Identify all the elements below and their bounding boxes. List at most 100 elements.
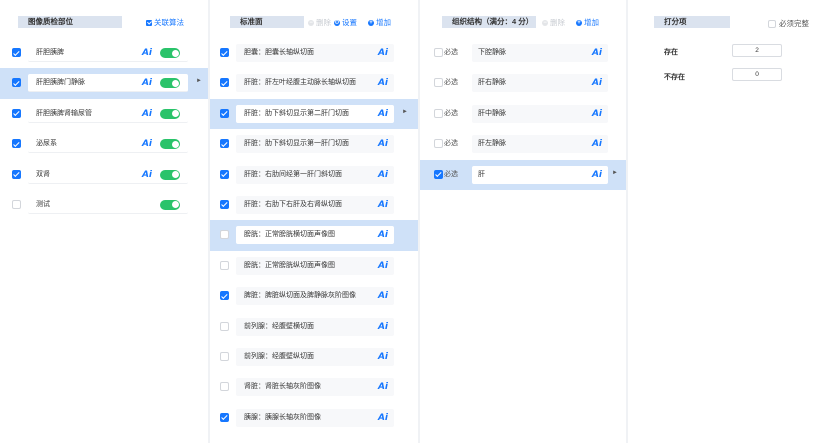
plane-row[interactable]: 前列腺：经腹壁横切面 Ai <box>210 312 418 342</box>
plane-item[interactable]: 膀胱：正常膀胱横切面声像图 Ai <box>236 226 394 245</box>
row-checkbox[interactable] <box>220 321 229 331</box>
plane-item[interactable]: 肝脏：右肋下右肝及右肾纵切面 Ai <box>236 195 394 214</box>
ai-icon: Ai <box>141 48 152 58</box>
structure-item[interactable]: 肝右静脉 Ai <box>472 74 608 93</box>
delete-button[interactable]: − 删除 <box>308 17 331 28</box>
minus-icon: − <box>308 19 314 26</box>
part-row[interactable]: 双肾 Ai <box>0 160 208 190</box>
row-checkbox[interactable] <box>220 291 229 301</box>
row-checkbox[interactable] <box>220 351 229 361</box>
plane-label: 膀胱：正常膀胱横切面声像图 <box>244 231 335 239</box>
structure-item[interactable]: 肝左静脉 Ai <box>472 135 608 154</box>
plane-row[interactable]: 肝脏：右肋间经第一肝门斜切面 Ai <box>210 160 418 190</box>
enable-toggle[interactable] <box>160 48 180 58</box>
plane-row[interactable]: 胆囊：胆囊长轴纵切面 Ai <box>210 38 418 68</box>
row-checkbox[interactable] <box>220 230 229 240</box>
part-item[interactable]: 肝胆胰脾门静脉 Ai <box>28 74 188 93</box>
plane-item[interactable]: 肾脏：肾脏长轴灰阶图像 Ai <box>236 378 394 397</box>
row-checkbox[interactable] <box>12 199 21 209</box>
row-checkbox[interactable] <box>12 78 21 88</box>
plane-row[interactable]: 肝脏：肋下斜切显示第二肝门切面 Ai ► <box>210 98 418 130</box>
row-checkbox[interactable] <box>12 139 21 149</box>
plane-item[interactable]: 前列腺：经腹壁横切面 Ai <box>236 317 394 336</box>
structure-item[interactable]: 肝中静脉 Ai <box>472 104 608 123</box>
structure-panel: 组织结构（满分：4 分） − 删除 + 增加 必选 下腔静脉 Ai 必选 肝右静脉 Ai 必… <box>420 0 626 443</box>
plane-row[interactable]: 膀胱：正常膀胱纵切面声像图 Ai <box>210 251 418 281</box>
row-checkbox[interactable] <box>220 260 229 270</box>
row-checkbox[interactable] <box>12 108 21 118</box>
plane-row[interactable]: 前列腺：经腹壁纵切面 Ai <box>210 342 418 372</box>
plane-item[interactable]: 前列腺：经腹壁纵切面 Ai <box>236 347 394 366</box>
add-button[interactable]: + 增加 <box>576 17 599 28</box>
part-item[interactable]: 泌尿系 Ai <box>28 135 188 154</box>
structure-item[interactable]: 肝 Ai <box>472 165 608 184</box>
must-complete-checkbox[interactable]: 必须完整 <box>768 18 809 29</box>
panel-title: 标准面 <box>230 16 304 28</box>
part-row[interactable]: 肝胆胰脾 Ai <box>0 38 208 68</box>
part-row[interactable]: 肝胆胰脾肾输尿管 Ai <box>0 99 208 129</box>
plane-item[interactable]: 脾脏：脾脏纵切面及脾静脉灰阶图像 Ai <box>236 287 394 306</box>
plane-item[interactable]: 肝脏：肝左叶经腹主动脉长轴纵切面 Ai <box>236 74 394 93</box>
row-checkbox[interactable] <box>220 78 229 88</box>
enable-toggle[interactable] <box>160 199 180 210</box>
enable-toggle[interactable] <box>160 139 180 150</box>
row-checkbox[interactable] <box>220 382 229 392</box>
part-row[interactable]: 测试 <box>0 190 208 220</box>
plane-item[interactable]: 肝脏：肋下斜切显示第一肝门切面 Ai <box>236 135 394 154</box>
part-item[interactable]: 测试 <box>28 195 188 214</box>
row-checkbox[interactable] <box>220 48 229 57</box>
plane-row[interactable]: 肝脏：肝左叶经腹主动脉长轴纵切面 Ai <box>210 68 418 98</box>
plane-row[interactable]: 脾脏：脾脏纵切面及脾静脉灰阶图像 Ai <box>210 281 418 311</box>
row-checkbox[interactable] <box>220 412 229 422</box>
part-item[interactable]: 肝胆胰脾肾输尿管 Ai <box>28 104 188 123</box>
arrow-right-icon: ► <box>612 169 618 176</box>
must-checkbox[interactable] <box>434 139 443 149</box>
plane-item[interactable]: 肝脏：右肋间经第一肝门斜切面 Ai <box>236 165 394 184</box>
plane-item[interactable]: 胆囊：胆囊长轴纵切面 Ai <box>236 44 394 62</box>
plane-item[interactable]: 胰腺：胰腺长轴灰阶图像 Ai <box>236 408 394 427</box>
must-complete-label: 必须完整 <box>779 19 809 28</box>
structure-row[interactable]: 必选 肝中静脉 Ai <box>420 99 626 129</box>
structure-row[interactable]: 必选 肝左静脉 Ai <box>420 129 626 159</box>
plane-row[interactable]: 肝脏：右肋下右肝及右肾纵切面 Ai <box>210 190 418 220</box>
plane-row[interactable]: 胰腺：胰腺长轴灰阶图像 Ai <box>210 403 418 433</box>
ai-icon: Ai <box>377 199 388 210</box>
structure-row[interactable]: 必选 肝 Ai ► <box>420 159 626 190</box>
row-checkbox[interactable] <box>220 199 229 209</box>
enable-toggle[interactable] <box>160 169 180 180</box>
structure-row[interactable]: 必选 下腔静脉 Ai <box>420 38 626 68</box>
add-button[interactable]: + 增加 <box>368 17 391 28</box>
score-value-field[interactable]: 2 <box>732 44 782 57</box>
delete-label: 删除 <box>316 18 331 27</box>
plane-label: 胆囊：胆囊长轴纵切面 <box>244 49 314 56</box>
structure-item[interactable]: 下腔静脉 Ai <box>472 44 608 62</box>
row-checkbox[interactable] <box>12 169 21 179</box>
must-checkbox[interactable] <box>434 48 443 57</box>
enable-toggle[interactable] <box>160 108 180 119</box>
structure-list: 必选 下腔静脉 Ai 必选 肝右静脉 Ai 必选 肝中静脉 Ai 必选 肝左静脉 Ai 必选肝 Ai ► <box>420 38 626 190</box>
must-checkbox[interactable] <box>434 169 443 179</box>
row-checkbox[interactable] <box>12 48 21 57</box>
structure-row[interactable]: 必选 肝右静脉 Ai <box>420 68 626 98</box>
ai-icon: Ai <box>141 78 152 89</box>
score-value-field[interactable]: 0 <box>732 68 782 81</box>
part-row[interactable]: 泌尿系 Ai <box>0 129 208 159</box>
must-checkbox[interactable] <box>434 108 443 118</box>
plane-row[interactable]: 膀胱：正常膀胱横切面声像图 Ai <box>210 220 418 251</box>
ai-icon: Ai <box>141 108 152 119</box>
settings-button[interactable]: ⚙ 设置 <box>334 17 357 28</box>
plane-item[interactable]: 肝脏：肋下斜切显示第二肝门切面 Ai <box>236 104 394 123</box>
delete-button[interactable]: − 删除 <box>542 17 565 28</box>
row-checkbox[interactable] <box>220 169 229 179</box>
part-row[interactable]: 肝胆胰脾门静脉 Ai ► <box>0 68 208 99</box>
enable-toggle[interactable] <box>160 78 180 89</box>
row-checkbox[interactable] <box>220 139 229 149</box>
row-checkbox[interactable] <box>220 108 229 118</box>
part-item[interactable]: 肝胆胰脾 Ai <box>28 44 188 62</box>
plane-row[interactable]: 肾脏：肾脏长轴灰阶图像 Ai <box>210 372 418 402</box>
plane-item[interactable]: 膀胱：正常膀胱纵切面声像图 Ai <box>236 256 394 275</box>
plane-row[interactable]: 肝脏：肋下斜切显示第一肝门切面 Ai <box>210 129 418 159</box>
must-checkbox[interactable] <box>434 78 443 88</box>
link-algorithm-button[interactable]: 关联算法 <box>146 17 184 28</box>
part-item[interactable]: 双肾 Ai <box>28 165 188 184</box>
